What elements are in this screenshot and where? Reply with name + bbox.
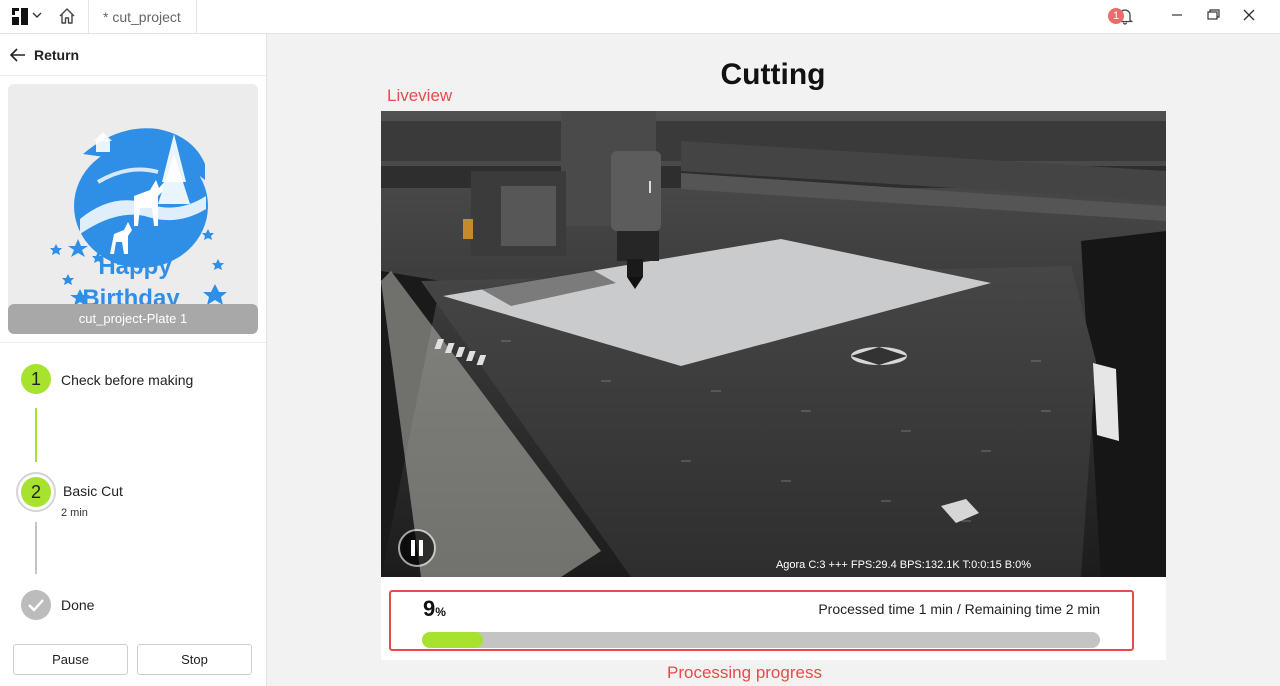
step-2-label: Basic Cut: [63, 483, 123, 499]
step-connector: [35, 408, 37, 462]
liveview-video[interactable]: Agora C:3 +++ FPS:29.4 BPS:132.1K T:0:0:…: [381, 111, 1166, 577]
page-title: Cutting: [720, 58, 826, 91]
design-preview-image: Happy Birthday: [50, 128, 244, 334]
return-button[interactable]: Return: [10, 44, 79, 66]
arrow-left-icon: [10, 48, 25, 62]
chevron-down-icon[interactable]: [32, 11, 42, 19]
step-3-label: Done: [61, 597, 95, 613]
percent-value: 9: [423, 596, 436, 621]
minimize-icon[interactable]: [1164, 4, 1190, 26]
plate-preview: Happy Birthday cut_project-Plate 1: [8, 84, 258, 334]
step-2-circle: 2: [21, 477, 51, 507]
step-1-label: Check before making: [61, 372, 194, 388]
stop-button[interactable]: Stop: [137, 644, 252, 675]
return-label: Return: [34, 47, 80, 63]
step-connector: [35, 522, 37, 574]
step-1-circle: 1: [21, 364, 51, 394]
preview-text-happy: Happy: [98, 253, 172, 280]
progress-annotation: Processing progress: [667, 663, 822, 682]
percent-sign: %: [435, 605, 446, 619]
step-3-circle: [21, 590, 51, 620]
title-bar: * cut_project 1: [0, 0, 1280, 34]
tab-divider: [196, 0, 197, 33]
app-logo-icon[interactable]: [12, 8, 28, 25]
liveview-annotation: Liveview: [387, 86, 453, 105]
progress-percent: 9%: [423, 596, 446, 622]
progress-bar-fill: [422, 632, 484, 648]
notifications-button[interactable]: 1: [1108, 6, 1136, 28]
notification-badge: 1: [1108, 8, 1124, 24]
camera-feed-image: [381, 111, 1166, 577]
time-text: Processed time 1 min / Remaining time 2 …: [818, 601, 1100, 617]
plate-label: cut_project-Plate 1: [8, 304, 258, 334]
maximize-icon[interactable]: [1199, 4, 1225, 26]
divider: [0, 342, 266, 343]
progress-bar: [422, 632, 1100, 648]
step-2-duration: 2 min: [61, 507, 88, 519]
divider: [0, 75, 266, 76]
tab-project[interactable]: * cut_project: [103, 9, 181, 25]
check-icon: [28, 599, 44, 612]
stream-stats: Agora C:3 +++ FPS:29.4 BPS:132.1K T:0:0:…: [775, 559, 1032, 571]
tab-divider: [88, 0, 89, 33]
sidebar: Return Happy Birthday cut_project-Plate …: [0, 34, 267, 686]
pause-button[interactable]: Pause: [13, 644, 128, 675]
close-icon[interactable]: [1236, 4, 1262, 26]
home-icon[interactable]: [58, 7, 76, 25]
